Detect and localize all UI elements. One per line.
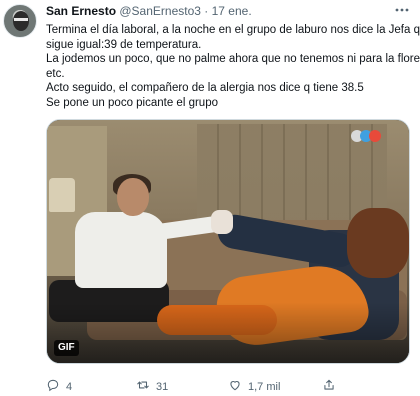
tweet-date[interactable]: 17 ene. <box>212 4 252 18</box>
display-name[interactable]: San Ernesto <box>46 4 116 18</box>
gif-badge: GIF <box>54 340 79 356</box>
like-count: 1,7 mil <box>248 380 281 393</box>
separator-dot: · <box>204 4 209 18</box>
retweet-button[interactable]: 31 <box>136 378 168 395</box>
heart-icon <box>228 378 242 395</box>
user-handle[interactable]: @SanErnesto3 <box>119 4 201 18</box>
tweet-line: etc. <box>46 67 65 80</box>
reply-icon <box>46 378 60 395</box>
tweet-line: sigue igual:39 de temperatura. <box>46 38 202 51</box>
avatar-glasses <box>14 18 28 21</box>
reply-button[interactable]: 4 <box>46 378 72 395</box>
avatar-face <box>13 11 29 31</box>
reply-count: 4 <box>66 380 73 393</box>
share-icon <box>322 378 336 395</box>
retweet-icon <box>136 378 150 395</box>
share-button[interactable] <box>322 378 336 395</box>
avatar[interactable] <box>3 4 37 38</box>
retweet-count: 31 <box>156 380 169 393</box>
gif-media[interactable]: GIF <box>46 119 410 364</box>
gif-scene <box>47 120 409 363</box>
tweet-line: Se pone un poco picante el grupo <box>46 96 218 109</box>
tweet-line: La jodemos un poco, que no palme ahora q… <box>46 53 420 66</box>
tweet-actions: 4 31 1,7 mil <box>46 378 410 394</box>
like-button[interactable]: 1,7 mil <box>228 378 280 395</box>
tweet-line: Termina el día laboral, a la noche en el… <box>46 24 420 36</box>
tweet: San Ernesto @SanErnesto3 · 17 ene. Termi… <box>0 0 420 396</box>
tweet-text: Termina el día laboral, a la noche en el… <box>46 23 420 111</box>
more-options-icon[interactable] <box>394 3 410 20</box>
tweet-header: San Ernesto @SanErnesto3 · 17 ene. <box>46 4 252 19</box>
tweet-line: Acto seguido, el compañero de la alergia… <box>46 82 364 95</box>
